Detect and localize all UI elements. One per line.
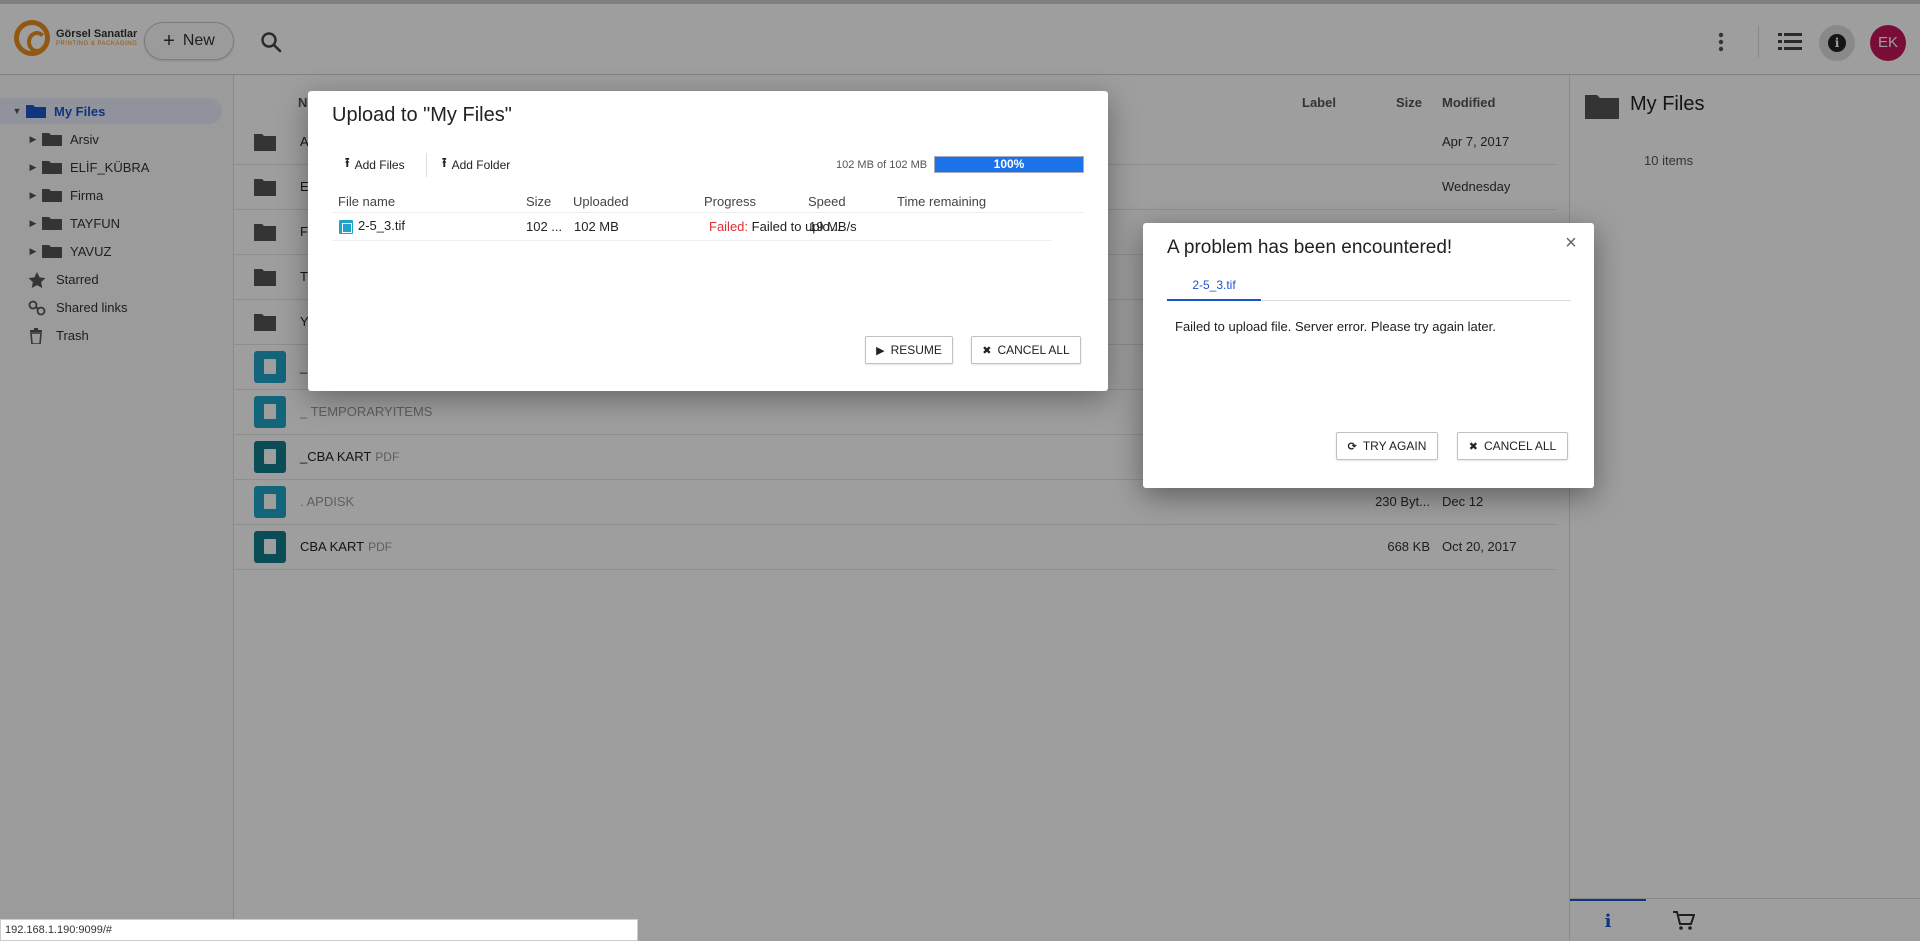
- error-dialog: A problem has been encountered! × 2-5_3.…: [1143, 223, 1594, 488]
- column-header-uploaded: Uploaded: [573, 194, 629, 209]
- resume-button[interactable]: ▶ RESUME: [865, 336, 953, 364]
- toolbar-divider: [426, 153, 427, 177]
- upload-dialog-title: Upload to "My Files": [332, 104, 512, 126]
- error-message: Failed to upload file. Server error. Ple…: [1175, 319, 1496, 334]
- column-header-size: Size: [526, 194, 552, 209]
- play-icon: ▶: [876, 344, 885, 357]
- error-tabs: 2-5_3.tif: [1167, 273, 1571, 301]
- close-icon: ✖: [982, 344, 992, 357]
- column-header-time-remaining: Time remaining: [897, 194, 987, 209]
- close-icon[interactable]: ×: [1561, 233, 1581, 253]
- upload-icon: ⭱: [345, 155, 350, 170]
- upload-table-header: File name Size Uploaded Progress Speed T…: [332, 191, 1084, 213]
- upload-file-size: 102 ...: [526, 219, 563, 234]
- cancel-all-button[interactable]: ✖ CANCEL ALL: [971, 336, 1081, 364]
- close-icon: ✖: [1468, 440, 1478, 453]
- add-folder-button[interactable]: ⭱ Add Folder: [442, 155, 510, 175]
- status-url: 192.168.1.190:9099/#: [0, 919, 638, 941]
- upload-progress-text: 102 MB of 102 MB: [836, 159, 928, 171]
- upload-dialog: Upload to "My Files" ⭱ Add Files ⭱ Add F…: [308, 91, 1108, 391]
- refresh-icon: ⟳: [1347, 440, 1357, 453]
- image-file-icon: [339, 220, 353, 234]
- column-header-speed: Speed: [808, 194, 846, 209]
- add-files-button[interactable]: ⭱ Add Files: [345, 155, 405, 175]
- error-dialog-title: A problem has been encountered!: [1167, 237, 1453, 258]
- upload-file-name: 2-5_3.tif: [358, 218, 405, 233]
- upload-progress-bar: 100%: [934, 156, 1084, 173]
- upload-file-speed: 19 MB/s: [809, 219, 857, 234]
- upload-file-uploaded: 102 MB: [574, 219, 619, 234]
- progress-percent: 100%: [993, 157, 1025, 171]
- try-again-button[interactable]: ⟳ TRY AGAIN: [1336, 432, 1438, 460]
- upload-icon: ⭱: [442, 155, 447, 170]
- tab-error-file[interactable]: 2-5_3.tif: [1167, 273, 1261, 301]
- cancel-all-button[interactable]: ✖ CANCEL ALL: [1457, 432, 1568, 460]
- column-header-file-name: File name: [338, 194, 396, 209]
- table-row[interactable]: 2-5_3.tif 102 ... 102 MB Failed: Failed …: [332, 213, 1052, 241]
- column-header-progress: Progress: [704, 194, 757, 209]
- failed-status: Failed:: [709, 219, 749, 234]
